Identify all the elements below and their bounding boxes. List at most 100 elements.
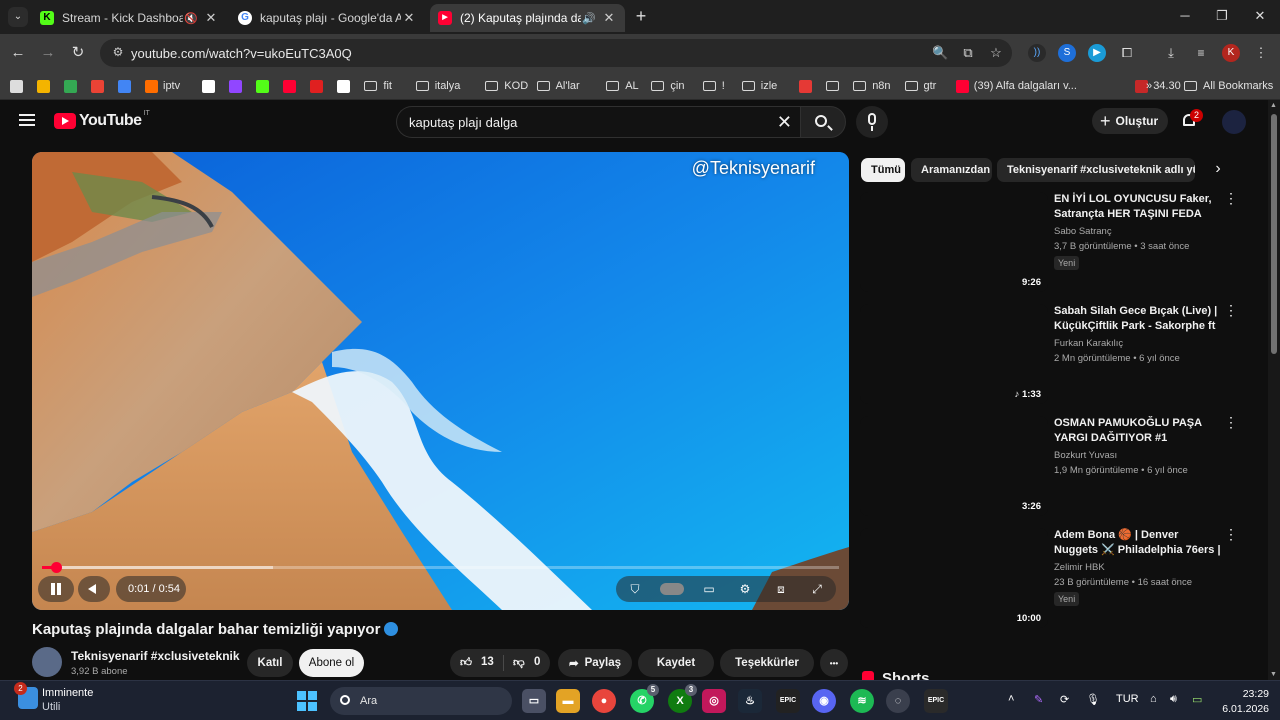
clear-search-icon[interactable]: ✕ [777, 112, 792, 133]
bookmark-item[interactable]: (39) Alfa dalgaları v... [955, 77, 1077, 95]
bookmark-item[interactable] [826, 77, 845, 95]
bookmark-item[interactable]: AL [606, 77, 639, 95]
bookmark-item[interactable]: n8n [853, 77, 891, 95]
bookmark-item[interactable]: gtr [904, 77, 936, 95]
notifications-button[interactable]: 2 [1180, 109, 1203, 130]
bookmark-item[interactable]: izle [741, 77, 777, 95]
video-player[interactable]: @Teknisyenarif 0:01 / 0:54 ⛉ ▭ ⚙ ⧈ ⤢ [32, 152, 849, 610]
chrome-menu-icon[interactable]: ⋮ [1252, 44, 1270, 62]
chrome-icon[interactable]: ● [592, 689, 616, 713]
tab-search-button[interactable]: ⌄ [8, 7, 28, 27]
epic-games-launcher-icon[interactable]: EPIC [924, 689, 948, 713]
more-bookmarks-chevron-icon[interactable]: » [1146, 77, 1152, 95]
start-windows-icon[interactable] [297, 691, 317, 711]
search-query-text[interactable]: kaputaş plajı dalga [409, 115, 517, 130]
media-control-icon[interactable]: ≡ [1192, 44, 1210, 62]
bookmark-item[interactable] [91, 77, 109, 95]
system-clock[interactable]: 23:29 6.01.2026 [1221, 687, 1269, 717]
more-options-icon[interactable]: ⋮ [1224, 527, 1238, 541]
weather-subtitle[interactable]: Utili [42, 701, 60, 713]
xbox-icon[interactable]: X3 [668, 684, 697, 713]
epic-games-icon[interactable]: EPIC [776, 689, 800, 713]
extension-play-icon[interactable]: ▶ [1088, 44, 1106, 62]
youtube-logo[interactable]: YouTube IT [54, 110, 150, 130]
weather-title[interactable]: Imminente [42, 687, 93, 699]
channel-avatar[interactable] [32, 647, 62, 677]
bookmark-item[interactable] [337, 77, 355, 95]
close-window-icon[interactable]: ✕ [1250, 8, 1270, 24]
recommended-channel-name[interactable]: Sabo Satranç [1054, 226, 1112, 237]
autoplay-toggle[interactable] [660, 583, 684, 595]
cast-icon[interactable]: ⧉ [960, 45, 976, 61]
play-pause-button[interactable] [38, 576, 74, 602]
bookmark-item[interactable] [118, 77, 136, 95]
input-language[interactable]: TUR [1116, 693, 1139, 705]
audio-playing-icon[interactable]: 🔊 [581, 12, 597, 25]
recommended-channel-name[interactable]: Bozkurt Yuvası [1054, 450, 1117, 461]
progress-scrubber[interactable] [51, 562, 62, 573]
shield-icon[interactable]: ⛉ [626, 581, 644, 597]
chip-uploader[interactable]: Teknisyenarif #xclusiveteknik adlı yükle… [997, 158, 1195, 182]
bookmark-item[interactable]: 34.30 [1135, 77, 1181, 95]
account-avatar[interactable] [1222, 110, 1246, 134]
minimize-icon[interactable]: ─ [1175, 8, 1195, 23]
bookmark-item[interactable] [229, 77, 247, 95]
steam-icon[interactable]: ♨ [738, 689, 762, 713]
close-tab-icon[interactable]: ✕ [401, 10, 417, 26]
bookmark-item[interactable] [64, 77, 82, 95]
video-thumbnail[interactable]: ♪ 1:33 [860, 304, 1048, 404]
tab-kick-dashboard[interactable]: K Stream - Kick Dashboard 🔇 ✕ [32, 4, 227, 32]
bookmark-item[interactable]: çin [651, 77, 684, 95]
more-actions-button[interactable]: ••• [820, 649, 848, 677]
thanks-button[interactable]: Teşekkürler [720, 649, 814, 677]
weather-widget-icon[interactable]: 2 [14, 682, 38, 709]
downloads-icon[interactable]: ⤓ [1162, 44, 1180, 62]
subtitles-icon[interactable]: ▭ [700, 581, 718, 597]
instagram-icon[interactable]: ◎ [702, 689, 726, 713]
bookmark-item[interactable]: italya [415, 77, 460, 95]
back-icon[interactable]: ← [8, 43, 28, 63]
scroll-up-icon[interactable]: ▲ [1270, 102, 1277, 109]
restore-icon[interactable]: ❐ [1212, 8, 1232, 24]
address-bar[interactable]: ⚙ youtube.com/watch?v=ukoEuTC3A0Q 🔍 ⧉ ☆ [100, 39, 1012, 67]
more-options-icon[interactable]: ⋮ [1224, 191, 1238, 205]
file-explorer-icon[interactable]: ▬ [556, 689, 580, 713]
dislike-count[interactable]: 0 [534, 656, 540, 668]
task-view-icon[interactable]: ▭ [522, 689, 546, 713]
recommended-channel-name[interactable]: Zelimir HBK [1054, 562, 1105, 573]
forward-icon[interactable]: → [38, 43, 58, 63]
battery-icon[interactable]: ▭ [1192, 693, 1202, 706]
extension-shazam-icon[interactable]: S [1058, 44, 1076, 62]
more-options-icon[interactable]: ⋮ [1224, 415, 1238, 429]
recommended-channel-name[interactable]: Furkan Karakılıç [1054, 338, 1123, 349]
extension-voice-icon[interactable]: )) [1028, 44, 1046, 62]
create-button[interactable]: + Oluştur [1092, 108, 1168, 134]
sync-icon[interactable]: ⟳ [1060, 693, 1069, 706]
bookmark-item[interactable] [310, 77, 328, 95]
url-text[interactable]: youtube.com/watch?v=ukoEuTC3A0Q [131, 46, 352, 61]
subscribe-button[interactable]: Abone ol [299, 649, 364, 677]
share-button[interactable]: ➦ Paylaş [558, 649, 632, 677]
bookmark-item[interactable] [799, 77, 817, 95]
recommended-video-title[interactable]: EN İYİ LOL OYUNCUSU Faker, Satrançta HER… [1054, 192, 1222, 222]
muted-icon[interactable]: 🔇 [183, 12, 199, 25]
save-button[interactable]: Kaydet [638, 649, 714, 677]
fullscreen-icon[interactable]: ⤢ [808, 581, 826, 597]
bookmark-star-icon[interactable]: ☆ [988, 45, 1004, 61]
zoom-search-icon[interactable]: 🔍 [932, 45, 948, 61]
bookmark-item[interactable] [202, 77, 220, 95]
video-thumbnail[interactable]: 10:00 [860, 528, 1048, 628]
spotify-icon[interactable]: ≋ [850, 689, 874, 713]
discord-icon[interactable]: ◉ [812, 689, 836, 713]
bookmark-item[interactable] [256, 77, 274, 95]
settings-gear-icon[interactable]: ⚙ [736, 581, 754, 597]
mute-button[interactable] [78, 576, 110, 602]
volume-icon[interactable]: 🔊︎ [1170, 693, 1177, 706]
recommended-video-title[interactable]: Sabah Silah Gece Bıçak (Live) | KüçükÇif… [1054, 304, 1222, 334]
site-info-icon[interactable]: ⚙ [110, 45, 126, 61]
dislike-icon[interactable]: 👎︎ [513, 656, 525, 670]
recommended-video[interactable]: 9:26 EN İYİ LOL OYUNCUSU Faker, Satrançta… [860, 191, 1250, 292]
close-tab-icon[interactable]: ✕ [601, 10, 617, 26]
profile-avatar[interactable]: K [1222, 44, 1240, 62]
miniplayer-icon[interactable]: ⧈ [772, 581, 790, 597]
